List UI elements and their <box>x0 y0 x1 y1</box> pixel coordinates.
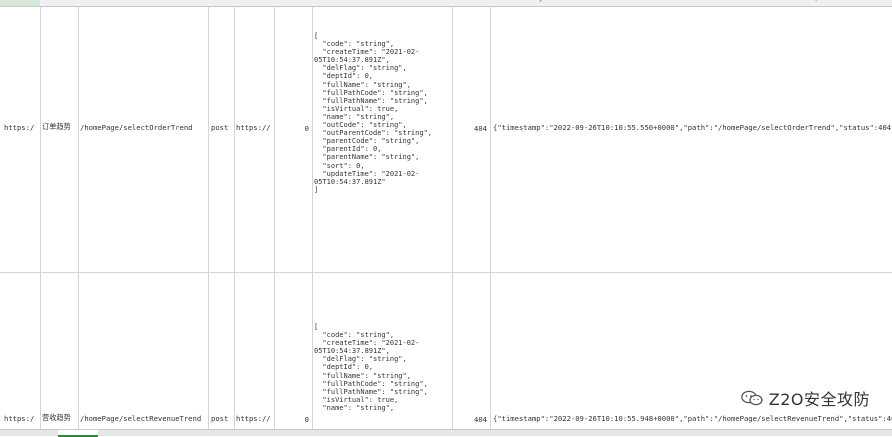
column-header-q[interactable]: Q <box>790 0 840 6</box>
request-body-cell[interactable]: [ "code": "string", "createTime": "2021-… <box>314 32 432 194</box>
column-header-k[interactable]: K <box>554 0 604 6</box>
url-cell[interactable]: https:// <box>4 415 34 423</box>
wechat-icon <box>740 390 763 406</box>
column-header-f[interactable]: F <box>274 0 312 6</box>
sheet-tab-bar <box>0 429 892 437</box>
column-header-d[interactable]: D <box>208 0 234 6</box>
response-cell[interactable]: {"timestamp":"2022-09-26T10:10:55.550+00… <box>493 124 892 132</box>
column-header-c[interactable]: C <box>78 0 208 6</box>
response-cell[interactable]: {"timestamp":"2022-09-26T10:10:55.948+00… <box>493 415 892 423</box>
name-cell[interactable]: 订单趋势 <box>42 122 71 131</box>
column-header-p[interactable]: P <box>760 0 790 6</box>
method-cell[interactable]: post <box>211 123 228 132</box>
request-body-cell[interactable]: [ "code": "string", "createTime": "2021-… <box>314 323 428 412</box>
method-cell[interactable]: post <box>211 414 228 423</box>
column-header-g[interactable]: G <box>312 0 452 6</box>
url-cell[interactable]: https:// <box>4 124 34 132</box>
column-header-h[interactable]: H <box>452 0 490 6</box>
column-header-l[interactable]: L <box>604 0 634 6</box>
column-header-m[interactable]: M <box>634 0 660 6</box>
path-cell[interactable]: /homePage/selectRevenueTrend <box>80 414 201 423</box>
path-cell[interactable]: /homePage/selectOrderTrend <box>80 123 193 132</box>
status-code-cell[interactable]: 404 <box>452 124 487 133</box>
column-header-a[interactable]: A <box>0 0 40 6</box>
column-header-o[interactable]: O <box>710 0 760 6</box>
column-header-e[interactable]: E <box>234 0 274 6</box>
zero-cell[interactable]: 0 <box>274 124 309 133</box>
url2-cell[interactable]: https:// <box>236 415 272 423</box>
status-code-cell[interactable]: 404 <box>452 415 487 424</box>
watermark: Z2O安全攻防 <box>740 386 870 410</box>
url2-cell[interactable]: https:// <box>236 124 272 132</box>
column-header-j[interactable]: J <box>528 0 554 6</box>
zero-cell[interactable]: 0 <box>274 415 309 424</box>
column-header-bar: A B C D E F G H I J K L M N O P Q R <box>0 0 892 7</box>
column-header-n[interactable]: N <box>660 0 710 6</box>
column-header-b[interactable]: B <box>40 0 78 6</box>
name-cell[interactable]: 营收趋势 <box>42 413 71 422</box>
column-header-r[interactable]: R <box>840 0 870 6</box>
column-header-i[interactable]: I <box>490 0 528 6</box>
watermark-text: Z2O安全攻防 <box>768 390 870 409</box>
